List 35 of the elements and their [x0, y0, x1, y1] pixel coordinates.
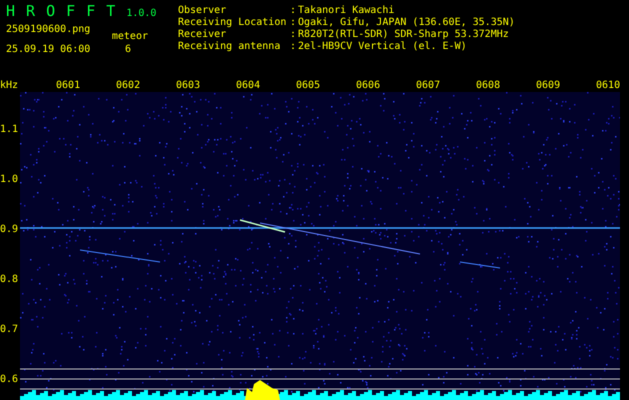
time-label: 0606 [356, 80, 380, 92]
date-time: 25.09.19 06:00 [6, 44, 90, 56]
info-label: Receiver [178, 29, 228, 41]
info-value: 2el-HB9CV Vertical (el. E-W) [298, 41, 467, 53]
time-label: 0602 [116, 80, 140, 92]
frequency-label: 0.6 [0, 374, 20, 386]
info-value: Takanori Kawachi [298, 5, 394, 17]
info-label: Receiving Location [178, 17, 288, 29]
version-label: 1.0.0 [126, 8, 156, 20]
time-label: 0601 [56, 80, 80, 92]
meteor-count: 6 [124, 44, 131, 56]
meteor-label: meteor [112, 31, 148, 44]
time-label: 0603 [176, 80, 200, 92]
time-label: 0610 [596, 80, 620, 92]
info-label: Receiving antenna [178, 41, 282, 53]
info-colon: : [290, 29, 296, 41]
frequency-label: 0.9 [0, 224, 20, 236]
time-label: 0604 [236, 80, 260, 92]
info-value: R820T2(RTL-SDR) SDR-Sharp 53.372MHz [298, 29, 509, 41]
app-title: H R O F F T [6, 2, 116, 20]
time-label: 0607 [416, 80, 440, 92]
info-label: Observer [178, 5, 228, 17]
info-value: Ogaki, Gifu, JAPAN (136.60E, 35.35N) [298, 17, 515, 29]
axis-unit: kHz [0, 80, 18, 92]
time-label: 0608 [476, 80, 500, 92]
file-name: 2509190600.png [6, 24, 90, 37]
info-colon: : [290, 5, 296, 17]
frequency-label: 0.8 [0, 274, 20, 286]
time-label: 0609 [536, 80, 560, 92]
frequency-label: 0.7 [0, 324, 20, 336]
time-label: 0605 [296, 80, 320, 92]
info-colon: : [290, 17, 296, 29]
info-colon: : [290, 41, 296, 53]
frequency-label: 1.1 [0, 124, 20, 136]
frequency-label: 1.0 [0, 174, 20, 186]
